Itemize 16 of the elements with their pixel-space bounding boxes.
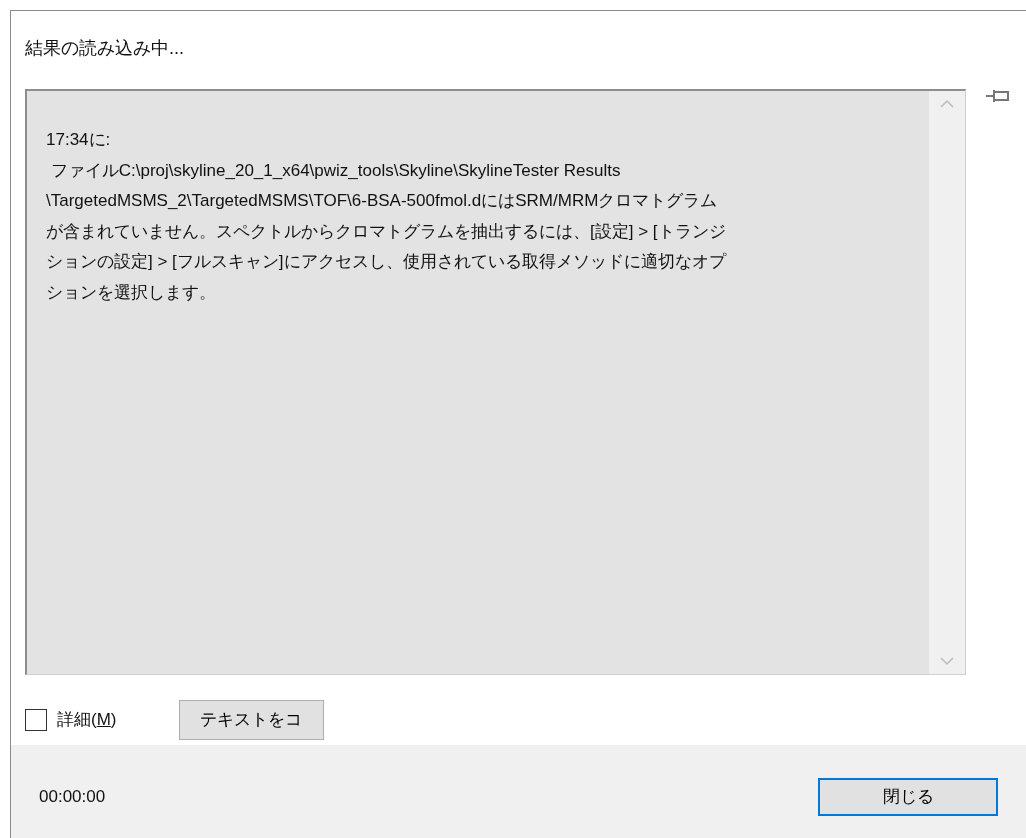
details-checkbox[interactable] (25, 709, 47, 731)
copy-text-button[interactable]: テキストをコ (178, 700, 324, 740)
message-line: ションの設定] > [フルスキャン]にアクセスし、使用されている取得メソッドに適切なオプ (46, 251, 726, 273)
scrollbar[interactable] (929, 91, 965, 674)
message-line: が含まれていません。スペクトルからクロマトグラムを抽出するには、[設定] > [トランジ (46, 220, 726, 243)
message-line: ションを選択します。 (46, 281, 216, 304)
pin-icon[interactable] (986, 89, 1010, 103)
scroll-up-icon[interactable] (940, 99, 954, 108)
close-button[interactable]: 閉じる (818, 777, 998, 816)
scroll-down-icon[interactable] (940, 657, 954, 666)
message-line: \TargetedMSMS_2\TargetedMSMS\TOF\6-BSA-500fmol.dにはSRM/MRMクロマトグラム (46, 190, 718, 212)
window-title: 結果の読み込み中... (25, 38, 184, 58)
details-label[interactable]: 詳細(M) (57, 707, 117, 733)
message-line: 17:34に: (46, 129, 111, 151)
message-line: ファイルC:\proj\skyline_20_1_x64\pwiz_tools\Skyline\SkylineTester Results (49, 159, 621, 182)
elapsed-time: 00:00:00 (39, 785, 106, 808)
